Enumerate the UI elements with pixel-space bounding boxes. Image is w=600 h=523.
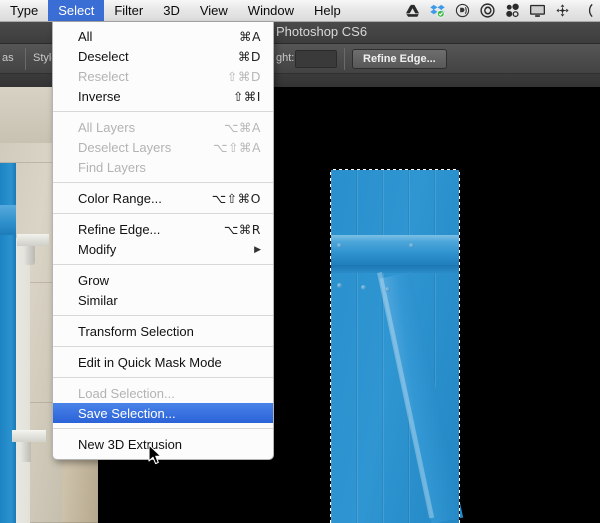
menubar-item-3d[interactable]: 3D: [153, 0, 190, 21]
menu-item-reselect: Reselect ⇧⌘D: [53, 66, 273, 86]
menu-item-label: Find Layers: [78, 159, 146, 175]
shutter-hook-upper: [17, 234, 49, 246]
menu-item-label: Save Selection...: [78, 405, 176, 421]
height-input[interactable]: [295, 50, 337, 68]
menu-item-shortcut: ⌥⇧⌘O: [211, 190, 261, 206]
shutter-hook-lower: [12, 430, 46, 442]
menu-item-all[interactable]: All ⌘A: [53, 26, 273, 46]
shutter-nail: [337, 283, 342, 288]
shutter-partial-rail: [0, 205, 16, 235]
menu-item-load-selection: Load Selection...: [53, 383, 273, 403]
menu-item-label: Color Range...: [78, 190, 162, 206]
spotlight-icon[interactable]: [579, 3, 596, 18]
menu-separator: [53, 315, 273, 316]
menu-item-transform-selection[interactable]: Transform Selection: [53, 321, 273, 341]
menu-bar: Type Select Filter 3D View Window Help: [0, 0, 600, 22]
shutter-nail: [361, 285, 366, 290]
menu-item-shortcut: ⌥⇧⌘A: [213, 139, 261, 155]
menu-item-label: Load Selection...: [78, 385, 175, 401]
shutter-rail-edge: [331, 265, 459, 273]
select-dropdown-menu[interactable]: All ⌘A Deselect ⌘D Reselect ⇧⌘D Inverse ⇧⌘I All …: [52, 22, 274, 460]
menubar-item-window[interactable]: Window: [238, 0, 304, 21]
menu-item-label: Modify: [78, 241, 117, 257]
menu-item-save-selection[interactable]: Save Selection...: [53, 403, 273, 423]
menu-item-deselect[interactable]: Deselect ⌘D: [53, 46, 273, 66]
menu-item-label: Deselect: [78, 48, 129, 64]
menu-item-label: Refine Edge...: [78, 221, 161, 237]
shutter-nail: [409, 243, 414, 248]
menu-item-inverse[interactable]: Inverse ⇧⌘I: [53, 86, 273, 106]
app-icon[interactable]: [454, 3, 471, 18]
move-icon[interactable]: [554, 3, 571, 18]
options-separator: [25, 48, 26, 70]
menu-item-label: All: [78, 28, 93, 44]
menu-item-shortcut: ⌘A: [238, 28, 261, 44]
menu-item-label: Inverse: [78, 88, 121, 104]
options-separator: [344, 48, 345, 70]
menu-item-label: New 3D Extrusion: [78, 436, 183, 452]
menubar-item-select[interactable]: Select: [48, 0, 105, 21]
menu-item-all-layers: All Layers ⌥⌘A: [53, 117, 273, 137]
antialias-label: as: [2, 52, 14, 64]
submenu-arrow-icon: ▶: [254, 243, 261, 254]
creative-cloud-icon[interactable]: [479, 3, 496, 18]
menu-item-label: Edit in Quick Mask Mode: [78, 354, 222, 370]
shutter-hook-upper-pin: [24, 246, 35, 265]
menu-separator: [53, 111, 273, 112]
menu-item-label: Grow: [78, 272, 110, 288]
menu-item-modify[interactable]: Modify ▶: [53, 239, 273, 259]
menu-bar-status-icons: [404, 3, 600, 18]
menubar-item-view[interactable]: View: [190, 0, 238, 21]
menu-separator: [53, 346, 273, 347]
menu-item-grow[interactable]: Grow: [53, 270, 273, 290]
shutter-hook-lower-pin: [20, 442, 31, 462]
shutter-rail: [331, 235, 459, 265]
menu-item-label: Transform Selection: [78, 323, 194, 339]
menu-item-refine-edge[interactable]: Refine Edge... ⌥⌘R: [53, 219, 273, 239]
menu-separator: [53, 182, 273, 183]
menu-item-label: All Layers: [78, 119, 136, 135]
menu-item-color-range[interactable]: Color Range... ⌥⇧⌘O: [53, 188, 273, 208]
menu-item-shortcut: ⌥⌘A: [224, 119, 261, 135]
menu-item-find-layers: Find Layers: [53, 157, 273, 177]
menu-item-label: Similar: [78, 292, 118, 308]
menu-item-shortcut: ⇧⌘I: [232, 88, 261, 104]
menu-separator: [53, 428, 273, 429]
menubar-item-type[interactable]: Type: [0, 0, 48, 21]
menu-separator: [53, 377, 273, 378]
menu-item-shortcut: ⌘D: [237, 48, 261, 64]
menu-item-shortcut: ⇧⌘D: [226, 68, 261, 84]
menu-item-label: Reselect: [78, 68, 129, 84]
menu-item-edit-in-quick-mask-mode[interactable]: Edit in Quick Mask Mode: [53, 352, 273, 372]
shutter-nail: [337, 243, 342, 248]
screen: Photoshop CS6 as Style: ght: Refine Edge…: [0, 0, 600, 523]
menubar-item-help[interactable]: Help: [304, 0, 351, 21]
menubar-item-filter[interactable]: Filter: [104, 0, 153, 21]
refine-edge-button[interactable]: Refine Edge...: [352, 49, 447, 69]
dropbox-icon[interactable]: [429, 3, 446, 18]
menu-item-similar[interactable]: Similar: [53, 290, 273, 310]
app-title: Photoshop CS6: [276, 24, 368, 39]
bullets-icon[interactable]: [504, 3, 521, 18]
shutter-nail: [385, 287, 390, 292]
menu-item-deselect-layers: Deselect Layers ⌥⇧⌘A: [53, 137, 273, 157]
menu-item-label: Deselect Layers: [78, 139, 172, 155]
mouse-cursor: [148, 444, 162, 465]
menu-item-shortcut: ⌥⌘R: [223, 221, 261, 237]
menu-separator: [53, 264, 273, 265]
menu-separator: [53, 213, 273, 214]
display-icon[interactable]: [529, 3, 546, 18]
height-label: ght:: [276, 52, 295, 64]
google-drive-icon[interactable]: [404, 3, 421, 18]
